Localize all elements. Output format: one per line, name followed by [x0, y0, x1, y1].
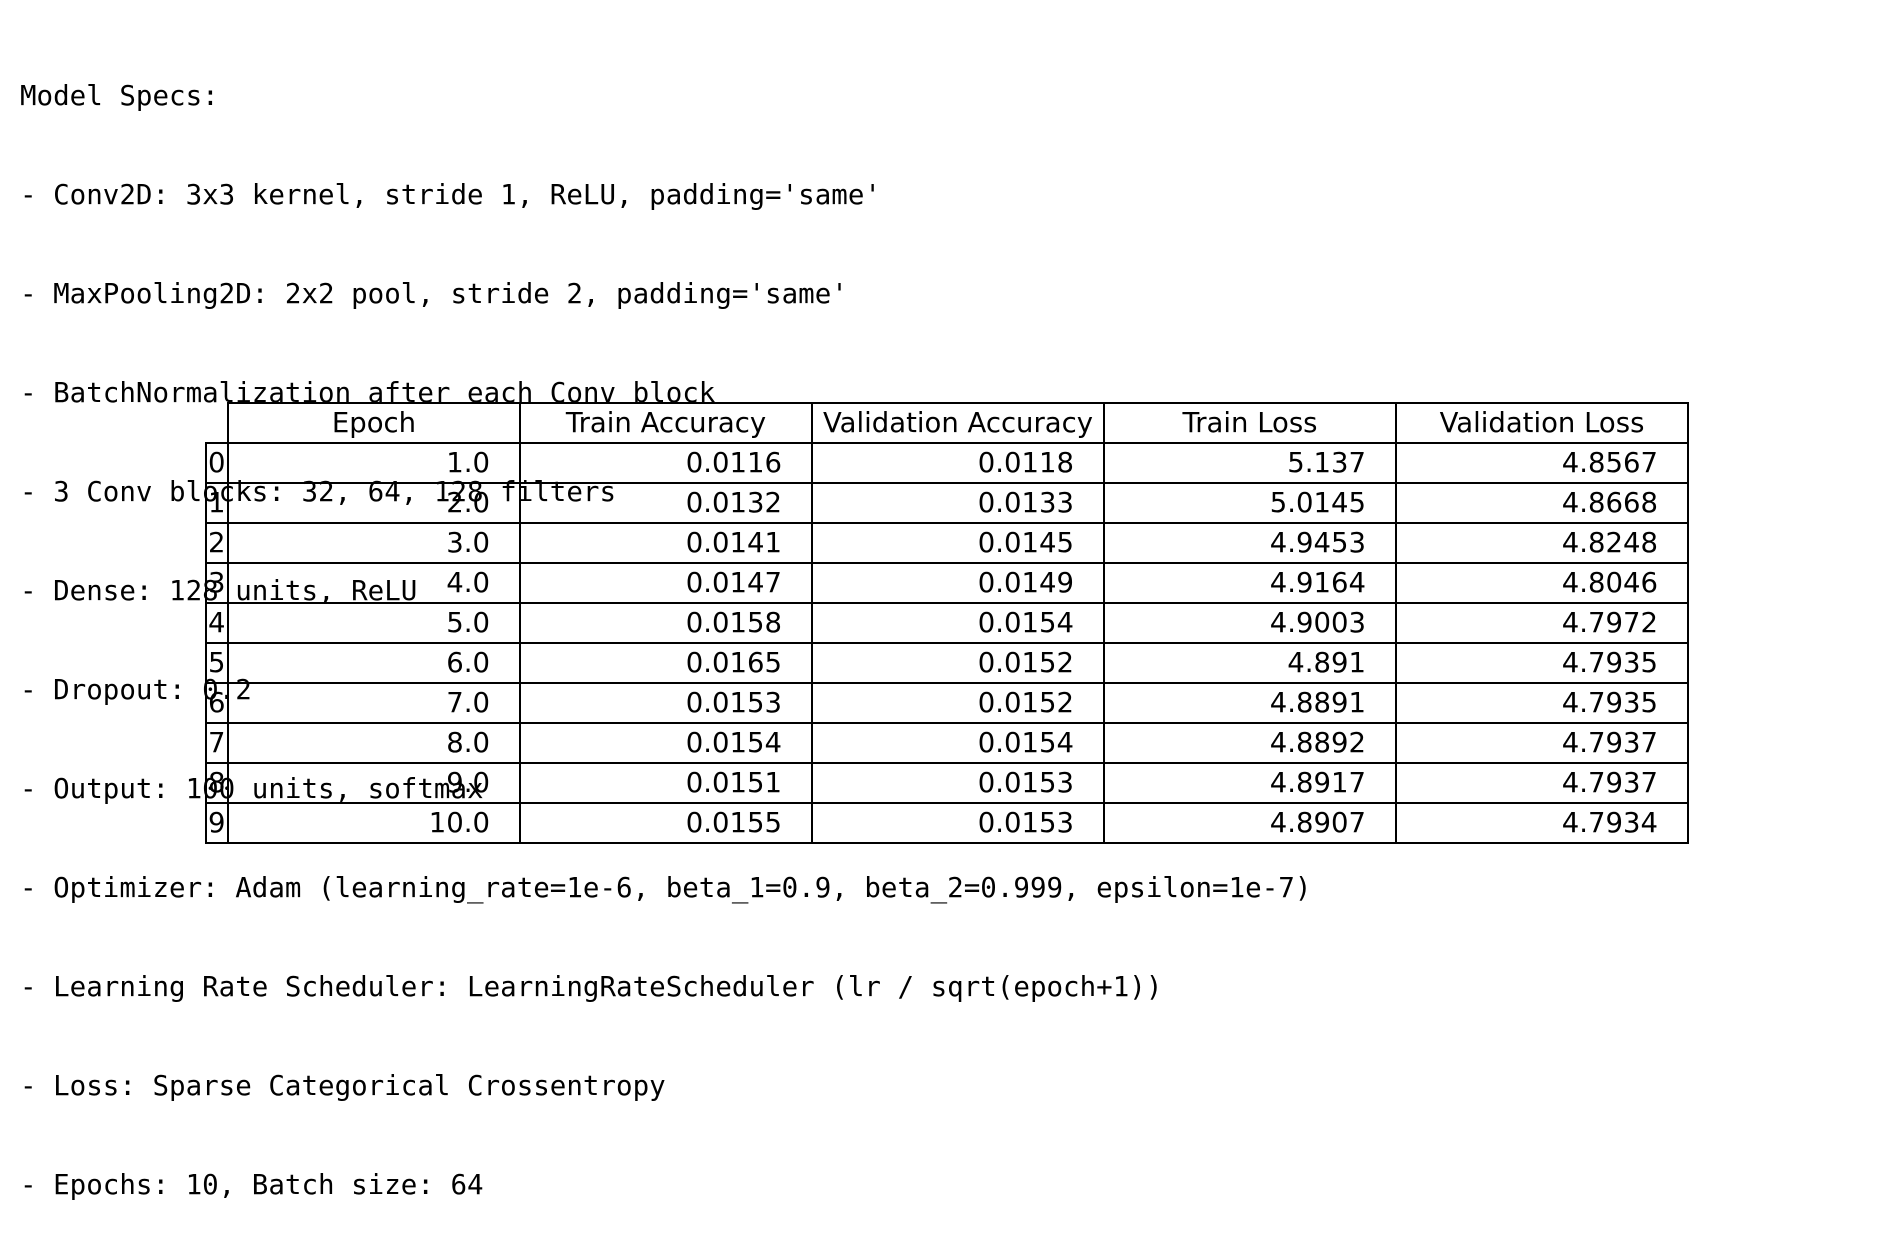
column-header: Validation Loss	[1395, 402, 1689, 444]
row-index: 9	[205, 802, 229, 844]
row-index: 4	[205, 602, 229, 644]
specs-title: Model Specs:	[20, 80, 219, 112]
table-cell: 4.891	[1103, 642, 1397, 684]
spec-line: - Loss: Sparse Categorical Crossentropy	[20, 1070, 666, 1102]
table-cell: 0.0133	[811, 482, 1105, 524]
table-cell: 4.8668	[1395, 482, 1689, 524]
table-cell: 0.0147	[519, 562, 813, 604]
table-cell: 0.0154	[519, 722, 813, 764]
table-corner	[206, 403, 228, 443]
table-row: 7 8.0 0.0154 0.0154 4.8892 4.7937	[205, 722, 1689, 764]
table-cell: 4.9453	[1103, 522, 1397, 564]
table-cell: 5.137	[1103, 442, 1397, 484]
spec-line: - Epochs: 10, Batch size: 64	[20, 1169, 484, 1201]
row-index: 2	[205, 522, 229, 564]
column-header: Validation Accuracy	[811, 402, 1105, 444]
table-row: 8 9.0 0.0151 0.0153 4.8917 4.7937	[205, 762, 1689, 804]
table-cell: 0.0153	[519, 682, 813, 724]
table-cell: 0.0151	[519, 762, 813, 804]
table-cell: 0.0153	[811, 762, 1105, 804]
row-index: 7	[205, 722, 229, 764]
spec-line: - Optimizer: Adam (learning_rate=1e-6, b…	[20, 872, 1312, 904]
table-row: 2 3.0 0.0141 0.0145 4.9453 4.8248	[205, 522, 1689, 564]
table-cell: 7.0	[227, 682, 521, 724]
table-cell: 4.7937	[1395, 722, 1689, 764]
table-cell: 4.9164	[1103, 562, 1397, 604]
table-cell: 6.0	[227, 642, 521, 684]
table-cell: 4.8046	[1395, 562, 1689, 604]
table-cell: 10.0	[227, 802, 521, 844]
table-cell: 4.8891	[1103, 682, 1397, 724]
table-cell: 0.0155	[519, 802, 813, 844]
table-cell: 0.0145	[811, 522, 1105, 564]
table-cell: 0.0116	[519, 442, 813, 484]
table-cell: 0.0118	[811, 442, 1105, 484]
spec-line: - Learning Rate Scheduler: LearningRateS…	[20, 971, 1163, 1003]
table-cell: 4.7935	[1395, 682, 1689, 724]
table-header-row: Epoch Train Accuracy Validation Accuracy…	[206, 402, 1689, 444]
spec-line: - Conv2D: 3x3 kernel, stride 1, ReLU, pa…	[20, 179, 881, 211]
table-cell: 0.0153	[811, 802, 1105, 844]
row-index: 3	[205, 562, 229, 604]
table-cell: 3.0	[227, 522, 521, 564]
row-index: 6	[205, 682, 229, 724]
training-results-table: Epoch Train Accuracy Validation Accuracy…	[205, 402, 1689, 844]
table-cell: 0.0132	[519, 482, 813, 524]
row-index: 0	[205, 442, 229, 484]
column-header: Train Accuracy	[519, 402, 813, 444]
table-cell: 2.0	[227, 482, 521, 524]
table-body: 0 1.0 0.0116 0.0118 5.137 4.8567 1 2.0 0.0132 0.0…	[205, 442, 1689, 844]
table-row: 5 6.0 0.0165 0.0152 4.891 4.7935	[205, 642, 1689, 684]
table-cell: 4.8248	[1395, 522, 1689, 564]
table-cell: 0.0154	[811, 722, 1105, 764]
table-cell: 0.0152	[811, 642, 1105, 684]
table-cell: 0.0152	[811, 682, 1105, 724]
table-cell: 4.7937	[1395, 762, 1689, 804]
table-cell: 0.0149	[811, 562, 1105, 604]
row-index: 1	[205, 482, 229, 524]
table-cell: 4.8917	[1103, 762, 1397, 804]
table-cell: 4.7934	[1395, 802, 1689, 844]
table-cell: 5.0	[227, 602, 521, 644]
row-index: 8	[205, 762, 229, 804]
table-cell: 4.8892	[1103, 722, 1397, 764]
table-cell: 4.7972	[1395, 602, 1689, 644]
row-index: 5	[205, 642, 229, 684]
table-row: 3 4.0 0.0147 0.0149 4.9164 4.8046	[205, 562, 1689, 604]
table-cell: 4.0	[227, 562, 521, 604]
table-row: 6 7.0 0.0153 0.0152 4.8891 4.7935	[205, 682, 1689, 724]
table-cell: 4.8567	[1395, 442, 1689, 484]
table-cell: 0.0154	[811, 602, 1105, 644]
table-row: 1 2.0 0.0132 0.0133 5.0145 4.8668	[205, 482, 1689, 524]
table-cell: 0.0141	[519, 522, 813, 564]
table-cell: 9.0	[227, 762, 521, 804]
table-cell: 0.0165	[519, 642, 813, 684]
column-header: Epoch	[227, 402, 521, 444]
table-cell: 0.0158	[519, 602, 813, 644]
table-cell: 5.0145	[1103, 482, 1397, 524]
table-row: 9 10.0 0.0155 0.0153 4.8907 4.7934	[205, 802, 1689, 844]
table-cell: 8.0	[227, 722, 521, 764]
table-cell: 4.9003	[1103, 602, 1397, 644]
table-row: 0 1.0 0.0116 0.0118 5.137 4.8567	[205, 442, 1689, 484]
table-row: 4 5.0 0.0158 0.0154 4.9003 4.7972	[205, 602, 1689, 644]
table-cell: 1.0	[227, 442, 521, 484]
spec-line: - MaxPooling2D: 2x2 pool, stride 2, padd…	[20, 278, 848, 310]
table-cell: 4.7935	[1395, 642, 1689, 684]
column-header: Train Loss	[1103, 402, 1397, 444]
table-cell: 4.8907	[1103, 802, 1397, 844]
